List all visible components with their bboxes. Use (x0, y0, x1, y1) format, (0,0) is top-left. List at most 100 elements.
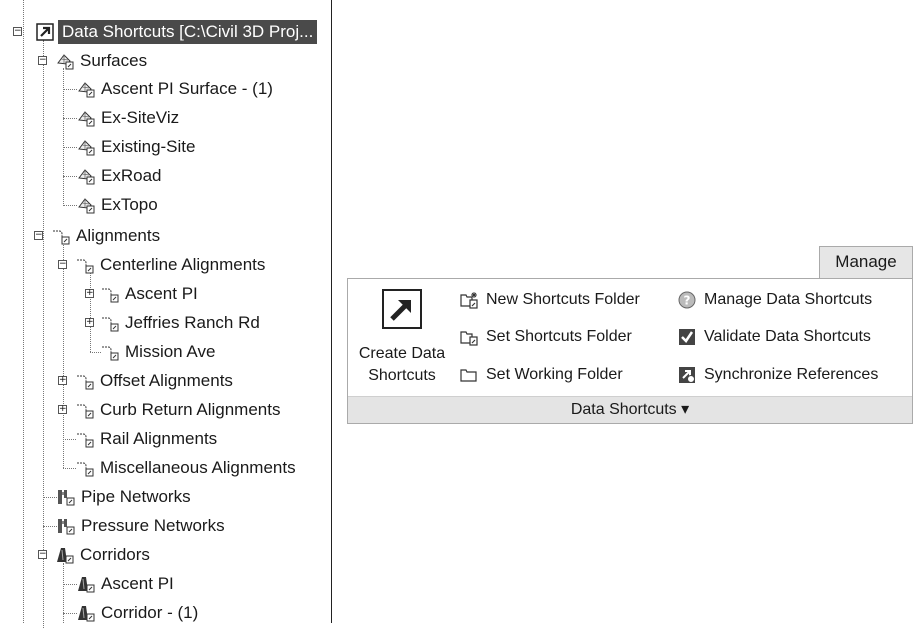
tree-item-surface[interactable]: Ascent PI Surface - (1) (77, 75, 273, 103)
create-data-shortcuts-button[interactable]: Create Data Shortcuts (348, 279, 456, 397)
collapse-toggle[interactable]: − (13, 27, 22, 36)
tree-line (63, 147, 77, 148)
tree-node-label: Curb Return Alignments (100, 400, 281, 419)
tree-node-pressure-networks[interactable]: Pressure Networks (57, 512, 225, 540)
surface-icon (77, 196, 95, 214)
tree-node-corridors[interactable]: − Corridors (38, 541, 150, 569)
tab-manage[interactable]: Manage (819, 246, 913, 278)
tree-node-label: Pressure Networks (81, 516, 225, 535)
tree-line (63, 176, 77, 177)
button-label-line2: Shortcuts (368, 367, 436, 384)
alignment-icon (76, 256, 94, 274)
tree-line (63, 613, 77, 614)
alignment-icon (101, 314, 119, 332)
surface-icon (77, 138, 95, 156)
tree-node-offset-alignments[interactable]: + Offset Alignments (58, 367, 233, 395)
alignment-icon (76, 401, 94, 419)
shortcut-arrow-icon (36, 23, 54, 41)
button-label: Synchronize References (704, 366, 879, 383)
tree-node-centerline-alignments[interactable]: − Centerline Alignments (58, 251, 265, 279)
new-shortcuts-folder-button[interactable]: New Shortcuts Folder (460, 287, 640, 313)
corridor-icon (56, 546, 74, 564)
collapse-toggle[interactable]: − (38, 550, 47, 559)
tree-node-alignments[interactable]: − Alignments (34, 222, 161, 250)
corridor-icon (77, 604, 95, 622)
collapse-toggle[interactable]: − (58, 260, 67, 269)
tree-node-label: Mission Ave (125, 342, 216, 361)
tree-node-label: ExRoad (101, 166, 162, 185)
expand-toggle[interactable]: + (58, 376, 67, 385)
tree-node-misc-alignments[interactable]: Miscellaneous Alignments (76, 454, 296, 482)
alignment-icon (101, 343, 119, 361)
tree-item-surface[interactable]: Ex-SiteViz (77, 104, 179, 132)
tree-node-label: Surfaces (80, 51, 148, 70)
alignment-icon (76, 372, 94, 390)
button-label: New Shortcuts Folder (486, 291, 640, 308)
surface-icon (56, 52, 74, 70)
ribbon-panel: Manage Create Data Shortcuts New Shortcu… (347, 246, 913, 424)
tree-node-rail-alignments[interactable]: Rail Alignments (76, 425, 217, 453)
tree-item-surface[interactable]: Existing-Site (77, 133, 195, 161)
validate-icon (678, 328, 696, 346)
tree-node-label: ExTopo (101, 195, 158, 214)
alignment-icon (101, 285, 119, 303)
tree-item-corridor[interactable]: Ascent PI (77, 570, 174, 598)
tree-line (43, 40, 44, 628)
button-label-line1: Create Data (358, 345, 446, 362)
tree-item-surface[interactable]: ExRoad (77, 162, 161, 190)
folder-icon (460, 366, 478, 384)
tree-node-label: Jeffries Ranch Rd (125, 313, 260, 332)
corridor-icon (77, 575, 95, 593)
ribbon-panel-title[interactable]: Data Shortcuts ▾ (348, 396, 912, 423)
set-working-folder-button[interactable]: Set Working Folder (460, 362, 623, 388)
tree-node-pipe-networks[interactable]: Pipe Networks (57, 483, 191, 511)
collapse-toggle[interactable]: − (38, 56, 47, 65)
folder-link-icon (460, 328, 478, 346)
tree-line (90, 352, 101, 353)
tree-node-root[interactable]: − Data Shortcuts [C:\Civil 3D Proj... (13, 18, 318, 46)
button-label: Set Working Folder (486, 366, 623, 383)
tree-item-surface[interactable]: ExTopo (77, 191, 158, 219)
tree-node-label: Offset Alignments (100, 371, 233, 390)
question-icon (678, 291, 696, 309)
new-folder-icon (460, 291, 478, 309)
tree-node-label: Data Shortcuts [C:\Civil 3D Proj... (58, 20, 318, 44)
synchronize-references-button[interactable]: Synchronize References (678, 362, 878, 388)
tree-node-label: Centerline Alignments (100, 255, 266, 274)
synchronize-icon (678, 366, 696, 384)
surface-icon (77, 167, 95, 185)
tree-node-label: Miscellaneous Alignments (100, 458, 296, 477)
tree-node-label: Ex-SiteViz (101, 108, 180, 127)
manage-data-shortcuts-button[interactable]: Manage Data Shortcuts (678, 287, 872, 313)
tree-node-label: Ascent PI Surface - (1) (101, 79, 273, 98)
tree-item-alignment[interactable]: + Jeffries Ranch Rd (85, 309, 260, 337)
tree-line (63, 89, 77, 90)
tree-line (63, 468, 76, 469)
ribbon-panel-body: Create Data Shortcuts New Shortcuts Fold… (347, 278, 913, 424)
tree-node-label: Rail Alignments (100, 429, 218, 448)
surface-icon (77, 80, 95, 98)
validate-data-shortcuts-button[interactable]: Validate Data Shortcuts (678, 324, 871, 350)
tree-line (63, 118, 77, 119)
tree-item-alignment[interactable]: + Ascent PI (85, 280, 198, 308)
tree-node-surfaces[interactable]: − Surfaces (38, 47, 147, 75)
tree-node-label: Alignments (76, 226, 161, 245)
tree-line (43, 497, 57, 498)
tree-item-alignment[interactable]: Mission Ave (101, 338, 215, 366)
tree-node-label: Ascent PI (101, 574, 174, 593)
tree-node-label: Pipe Networks (81, 487, 191, 506)
expand-toggle[interactable]: + (58, 405, 67, 414)
tree-line (63, 584, 77, 585)
data-shortcuts-tree: − Data Shortcuts [C:\Civil 3D Proj... − … (0, 0, 332, 628)
expand-toggle[interactable]: + (85, 318, 94, 327)
set-shortcuts-folder-button[interactable]: Set Shortcuts Folder (460, 324, 632, 350)
pipe-network-icon (57, 488, 75, 506)
tree-line (63, 563, 64, 623)
collapse-toggle[interactable]: − (34, 231, 43, 240)
tree-node-label: Corridor - (1) (101, 603, 199, 622)
tree-line (43, 526, 57, 527)
button-label: Set Shortcuts Folder (486, 328, 632, 345)
tree-node-curb-return-alignments[interactable]: + Curb Return Alignments (58, 396, 280, 424)
expand-toggle[interactable]: + (85, 289, 94, 298)
pressure-network-icon (57, 517, 75, 535)
